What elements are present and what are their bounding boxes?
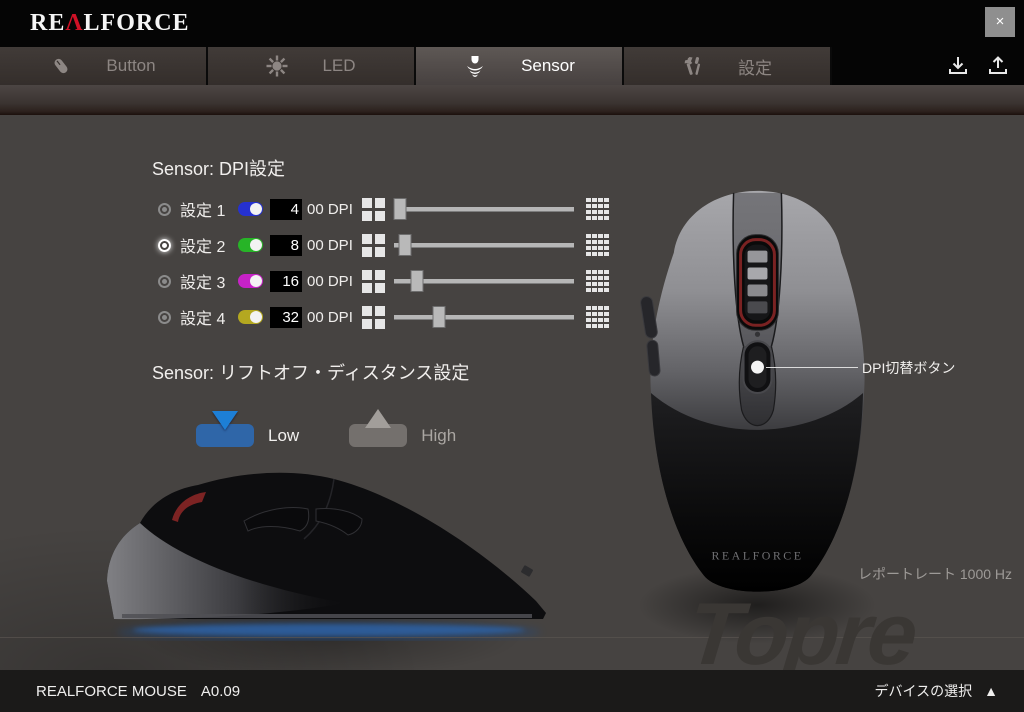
tab-button[interactable]: Button	[0, 47, 208, 85]
report-rate-label: レポートレート 1000 Hz	[858, 566, 1013, 582]
tab-label: Button	[106, 56, 156, 75]
tab-sensor[interactable]: Sensor	[416, 47, 624, 85]
led-color-indicator	[238, 238, 263, 252]
dpi-row-label: 設定 3	[180, 275, 226, 292]
dpi-radio-3[interactable]	[158, 274, 171, 288]
tab-settings[interactable]: 設定	[624, 47, 832, 85]
slider-track	[394, 315, 574, 320]
led-burst-icon	[266, 55, 288, 77]
coarse-grid-icon	[362, 233, 385, 257]
led-color-indicator	[238, 310, 263, 324]
dpi-suffix-label: 00 DPI	[307, 272, 353, 290]
tab-bar-actions	[832, 47, 1024, 85]
triangle-up-icon: ▲	[984, 683, 998, 699]
slider-handle[interactable]	[393, 198, 407, 220]
dpi-radio-1[interactable]	[158, 202, 171, 216]
scroll-wheel	[736, 234, 779, 331]
tab-led[interactable]: LED	[208, 47, 416, 85]
dpi-slider-1[interactable]	[393, 197, 574, 221]
coarse-grid-icon	[362, 305, 385, 329]
led-color-indicator	[238, 274, 263, 288]
slider-handle[interactable]	[398, 234, 412, 256]
dpi-callout-line	[766, 367, 858, 368]
mouse-brand-text: REALFORCE	[711, 548, 803, 562]
tab-label: Sensor	[521, 56, 575, 75]
fine-grid-icon	[586, 233, 609, 257]
coarse-grid-icon	[362, 197, 385, 221]
fine-grid-icon	[586, 269, 609, 293]
firmware-version: A0.09	[200, 682, 241, 700]
device-name: REALFORCE MOUSE	[36, 682, 187, 700]
dpi-value-input[interactable]	[270, 234, 302, 256]
close-icon: ×	[995, 13, 1005, 30]
dpi-row-label: 設定 4	[180, 311, 226, 328]
dpi-slider-3[interactable]	[394, 269, 574, 293]
dpi-row-4: 設定 4 00 DPI	[158, 305, 609, 329]
mouse-icon	[54, 58, 68, 74]
close-button[interactable]: ×	[985, 7, 1015, 37]
accent-strip	[0, 85, 1024, 115]
mouse-side-view-image	[107, 472, 546, 641]
dpi-row-1: 設定 1 00 DPI	[158, 197, 609, 221]
dpi-value-input[interactable]	[270, 270, 302, 292]
realforce-logo: REΛLFORCE	[30, 10, 190, 36]
dpi-section-heading: Sensor: DPI設定	[152, 159, 286, 179]
liftoff-options: Low High	[196, 409, 457, 447]
dpi-radio-4[interactable]	[158, 310, 171, 324]
led-color-indicator	[238, 202, 263, 216]
dpi-row-3: 設定 3 00 DPI	[158, 269, 609, 293]
device-select-label: デバイスの選択	[874, 683, 973, 699]
slider-track	[394, 207, 574, 212]
liftoff-low-label: Low	[268, 425, 300, 445]
coarse-grid-icon	[362, 269, 385, 293]
liftoff-high-label: High	[421, 425, 457, 445]
sensor-panel: Sensor: DPI設定 設定 1 00 DPI 設定 2 00 DPI	[0, 115, 1024, 670]
status-bar: REALFORCE MOUSE A0.09 デバイスの選択 ▲	[0, 670, 1024, 712]
dpi-suffix-label: 00 DPI	[307, 236, 353, 254]
liftoff-low-button[interactable]	[196, 411, 254, 447]
fine-grid-icon	[586, 305, 609, 329]
dpi-slider-4[interactable]	[394, 305, 574, 329]
slider-handle[interactable]	[410, 270, 423, 292]
triangle-down-icon	[212, 411, 238, 430]
upload-icon[interactable]	[986, 54, 1010, 78]
triangle-up-icon	[365, 409, 392, 428]
tab-bar: Button LED Sensor 設定	[0, 47, 1024, 85]
tools-icon	[684, 57, 701, 75]
slider-track	[394, 243, 574, 248]
topre-watermark: Topre	[682, 584, 920, 670]
dpi-row-label: 設定 2	[180, 239, 226, 256]
title-bar: REΛLFORCE ×	[0, 0, 1024, 47]
slider-handle[interactable]	[432, 306, 446, 328]
fine-grid-icon	[586, 197, 609, 221]
dpi-callout-label: DPI切替ボタン	[862, 360, 956, 376]
liftoff-high-button[interactable]	[349, 409, 408, 447]
app-window: REΛLFORCE × Button LED Sensor 設定 Sensor:…	[0, 0, 1024, 712]
dpi-suffix-label: 00 DPI	[307, 308, 353, 326]
device-select[interactable]: デバイスの選択 ▲	[875, 681, 998, 701]
tab-label: LED	[322, 56, 356, 75]
download-icon[interactable]	[946, 54, 970, 78]
liftoff-option-low[interactable]: Low	[196, 411, 300, 447]
liftoff-option-high[interactable]: High	[349, 409, 457, 447]
tab-label: 設定	[738, 58, 772, 78]
dpi-row-label: 設定 1	[180, 203, 226, 220]
dpi-slider-2[interactable]	[394, 233, 574, 257]
dpi-suffix-label: 00 DPI	[307, 200, 353, 218]
dpi-value-input[interactable]	[270, 198, 302, 220]
mouse-top-view-image: REALFORCE	[640, 190, 865, 592]
dpi-row-2: 設定 2 00 DPI	[158, 233, 609, 257]
liftoff-section-heading: Sensor: リフトオフ・ディスタンス設定	[152, 363, 470, 383]
dpi-radio-2[interactable]	[158, 238, 171, 252]
sensor-waves-icon	[467, 56, 484, 77]
dpi-value-input[interactable]	[270, 306, 302, 328]
